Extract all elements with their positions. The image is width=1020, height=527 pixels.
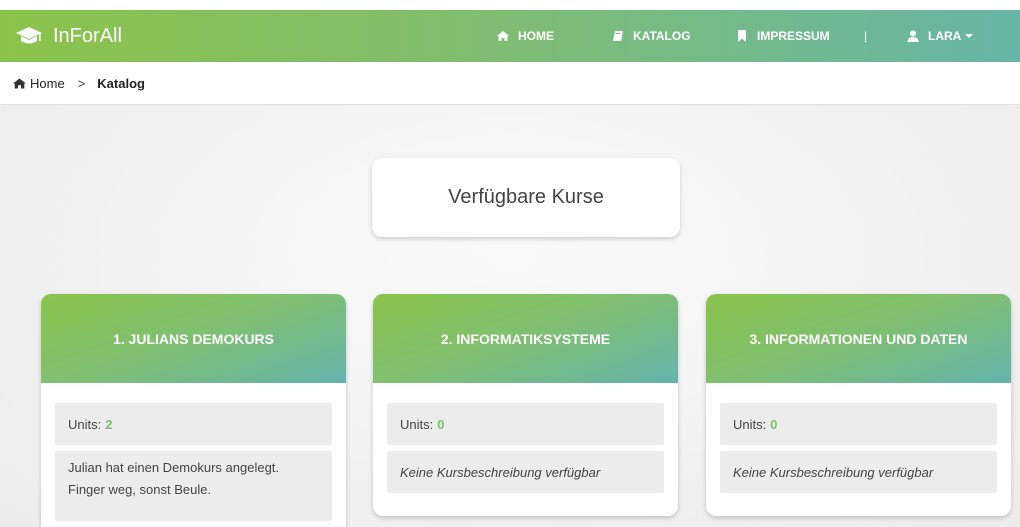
course-header: 3. INFORMATIONEN UND DATEN	[706, 294, 1011, 383]
course-body: Units: 0 Keine Kursbeschreibung verfügba…	[373, 383, 678, 493]
course-card[interactable]: 3. INFORMATIONEN UND DATEN Units: 0 Kein…	[706, 294, 1011, 516]
nav-katalog[interactable]: KATALOG	[612, 10, 691, 62]
nav-home-label: HOME	[518, 29, 554, 43]
course-card[interactable]: 2. INFORMATIKSYSTEME Units: 0 Keine Kurs…	[373, 294, 678, 516]
user-menu-label: LARA	[928, 29, 962, 43]
main-content: Verfügbare Kurse 1. JULIANS DEMOKURS Uni…	[0, 106, 1020, 527]
page-title-card: Verfügbare Kurse	[372, 158, 680, 237]
course-header: 1. JULIANS DEMOKURS	[41, 294, 346, 383]
course-title: 2. INFORMATIKSYSTEME	[440, 330, 611, 347]
breadcrumb-separator: >	[77, 75, 86, 91]
course-body: Units: 0 Keine Kursbeschreibung verfügba…	[706, 383, 1011, 493]
course-units-row: Units: 2	[55, 403, 332, 445]
user-menu[interactable]: LARA	[907, 10, 974, 62]
course-description: Julian hat einen Demokurs angelegt. Fing…	[55, 451, 332, 521]
units-value: 0	[437, 416, 445, 432]
course-body: Units: 2 Julian hat einen Demokurs angel…	[41, 383, 346, 521]
units-label: Units:	[733, 416, 767, 432]
page-title: Verfügbare Kurse	[448, 186, 604, 208]
units-value: 2	[105, 416, 113, 432]
units-label: Units:	[400, 416, 434, 432]
course-card[interactable]: 1. JULIANS DEMOKURS Units: 2 Julian hat …	[41, 294, 346, 527]
course-units-row: Units: 0	[387, 403, 664, 445]
bookmark-icon	[738, 30, 746, 42]
top-navbar: InForAll HOME KATALOG IMPRESSUM | LARA	[0, 10, 1020, 62]
home-icon	[13, 78, 26, 88]
nav-home[interactable]: HOME	[497, 10, 554, 62]
brand-link[interactable]: InForAll	[15, 10, 122, 62]
units-label: Units:	[68, 416, 102, 432]
user-icon	[907, 30, 919, 42]
course-title: 3. INFORMATIONEN UND DATEN	[749, 330, 968, 347]
course-description: Keine Kursbeschreibung verfügbar	[720, 451, 997, 493]
caret-down-icon	[965, 34, 974, 38]
home-icon	[497, 31, 509, 41]
nav-separator: |	[864, 29, 868, 43]
brand-name: InForAll	[53, 24, 122, 47]
nav-katalog-label: KATALOG	[633, 29, 691, 43]
breadcrumb-current: Katalog	[97, 75, 145, 91]
book-icon	[613, 31, 623, 41]
course-description: Keine Kursbeschreibung verfügbar	[387, 451, 664, 493]
nav-impressum-label: IMPRESSUM	[757, 29, 830, 43]
course-units-row: Units: 0	[720, 403, 997, 445]
course-title: 1. JULIANS DEMOKURS	[112, 330, 275, 347]
units-value: 0	[770, 416, 778, 432]
nav-impressum[interactable]: IMPRESSUM	[736, 10, 830, 62]
breadcrumb: Home > Katalog	[0, 62, 1020, 105]
graduation-cap-icon	[16, 27, 42, 44]
breadcrumb-home[interactable]: Home	[30, 76, 65, 91]
course-header: 2. INFORMATIKSYSTEME	[373, 294, 678, 383]
